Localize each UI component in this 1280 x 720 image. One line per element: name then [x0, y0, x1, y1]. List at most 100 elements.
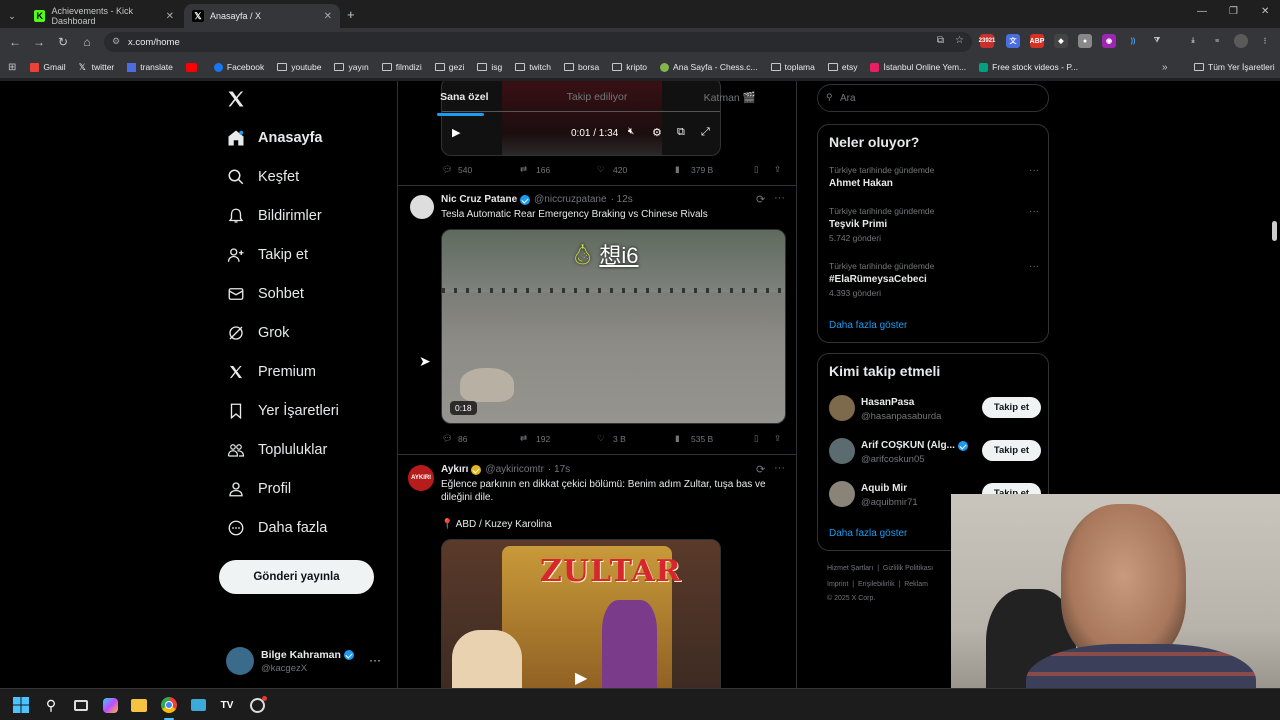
menu-icon[interactable]: ⋮ [1258, 34, 1272, 48]
tab-x[interactable]: 𝕏 Anasayfa / X ✕ [184, 4, 340, 28]
footer-link[interactable]: Reklam [904, 581, 928, 588]
extension-icon[interactable]: ● [1078, 34, 1092, 48]
sidebar-item-communities[interactable]: Topluluklar [226, 440, 327, 460]
bookmark-folder-filmdizi[interactable]: filmdizi [381, 62, 422, 72]
close-window-button[interactable]: ✕ [1261, 6, 1269, 17]
footer-link[interactable]: Hizmet Şartları [827, 565, 873, 572]
repost-button[interactable]: ⇄ 192 [520, 433, 550, 444]
video-player[interactable]: 🍐︎ 想i6 0:18 [441, 229, 786, 424]
play-icon[interactable]: ▶ [452, 126, 460, 139]
tab-search-button[interactable]: ⌄ [4, 4, 20, 28]
follow-suggestion[interactable]: HasanPasa @hasanpasaburda Takip et [829, 395, 1041, 425]
reply-button[interactable]: 💬︎ 540 [442, 164, 472, 175]
bookmark-yemeksepeti[interactable]: İstanbul Online Yem... [870, 62, 966, 72]
bookmark-folder-youtube[interactable]: youtube [277, 62, 321, 72]
trend-item[interactable]: Türkiye tarihinde gündemde Teşvik Primi … [829, 206, 1039, 243]
extension-badge[interactable]: 23921 [979, 34, 995, 48]
repost-button[interactable]: ⇄ 166 [520, 164, 550, 175]
search-input[interactable]: ⚲ Ara [817, 84, 1049, 112]
search-icon[interactable]: ⚲ [42, 696, 60, 714]
profile-avatar-icon[interactable] [1234, 34, 1248, 48]
x-logo-icon[interactable] [226, 89, 246, 109]
extension-icon[interactable]: ◆ [1054, 34, 1068, 48]
more-icon[interactable]: ··· [774, 462, 785, 474]
follow-button[interactable]: Takip et [982, 397, 1041, 418]
tab-for-you[interactable]: Sana özel [398, 81, 531, 117]
chrome-icon[interactable] [160, 696, 178, 714]
back-icon[interactable]: ← [8, 35, 22, 49]
account-switcher[interactable]: Bilge Kahraman @kacgezX ··· [226, 643, 386, 679]
tweet[interactable]: AYKIRI Aykırı @aykiricomtr · 17s ⟳ ··· E… [398, 455, 796, 688]
media-icon[interactable]: ≡ [1210, 34, 1224, 48]
fullscreen-icon[interactable]: ⤢ [701, 126, 710, 139]
task-view-icon[interactable] [72, 696, 90, 714]
footer-link[interactable]: Imprint [827, 581, 848, 588]
follow-suggestion[interactable]: Arif COŞKUN (Alg... @arifcoskun05 Takip … [829, 438, 1041, 468]
bookmark-button[interactable]: ▯ [754, 164, 770, 175]
star-icon[interactable]: ☆ [955, 35, 964, 46]
extension-icon[interactable]: ◉ [1102, 34, 1116, 48]
bookmark-folder-isg[interactable]: isg [477, 62, 502, 72]
reload-icon[interactable]: ↻ [56, 35, 70, 49]
bookmark-folder-toplama[interactable]: toplama [770, 62, 815, 72]
forward-icon[interactable]: → [32, 35, 46, 49]
more-icon[interactable]: ··· [774, 192, 785, 204]
footer-link[interactable]: Erişilebilirlik [858, 581, 895, 588]
post-button[interactable]: Gönderi yayınla [219, 560, 374, 594]
share-button[interactable]: ⇪ [774, 433, 790, 444]
bookmark-button[interactable]: ▯ [754, 433, 770, 444]
trend-item[interactable]: Türkiye tarihinde gündemde #ElaRümeysaCe… [829, 261, 1039, 298]
tweet-time[interactable]: · 12s [611, 194, 633, 205]
new-tab-button[interactable]: + [347, 7, 355, 22]
apps-icon[interactable]: ⊞ [8, 62, 16, 73]
restore-button[interactable]: ❐ [1229, 6, 1238, 17]
sidebar-item-premium[interactable]: Premium [226, 362, 316, 382]
author-name[interactable]: Aykırı [441, 464, 468, 475]
tab-kick[interactable]: K Achievements - Kick Dashboard ✕ [26, 4, 182, 28]
avatar[interactable] [410, 195, 434, 219]
reply-button[interactable]: 💬︎ 86 [442, 433, 467, 444]
play-icon[interactable]: ▶ [575, 668, 587, 688]
bookmark-youtube-video[interactable] [185, 62, 201, 72]
sidebar-item-profile[interactable]: Profil [226, 479, 291, 499]
pip-icon[interactable]: ⧉ [677, 126, 685, 139]
tab-following[interactable]: Takip ediliyor [531, 81, 664, 117]
sidebar-item-grok[interactable]: Grok [226, 323, 289, 343]
views-button[interactable]: ▮ 535 B [675, 433, 713, 444]
avatar[interactable]: AYKIRI [408, 465, 434, 491]
more-icon[interactable]: ··· [369, 653, 381, 667]
bookmark-chess[interactable]: Ana Sayfa - Chess.c... [660, 62, 758, 72]
share-button[interactable]: ⇪ [774, 164, 790, 175]
home-browser-icon[interactable]: ⌂ [80, 35, 94, 49]
more-icon[interactable]: ··· [1029, 206, 1039, 217]
mute-icon[interactable]: 🔇︎ [628, 126, 634, 137]
sidebar-item-bookmarks[interactable]: Yer İşaretleri [226, 401, 339, 421]
translate-extension-icon[interactable]: 文 [1006, 34, 1020, 48]
address-bar[interactable]: ⚙ x.com/home ⧉ ☆ [104, 32, 972, 52]
bookmark-gmail[interactable]: Gmail [30, 62, 66, 72]
author-name[interactable]: Nic Cruz Patane [441, 194, 517, 205]
tradingview-icon[interactable]: TV [218, 696, 236, 714]
video-player[interactable]: ZULTAR ▶ [441, 539, 721, 688]
windows-start-icon[interactable] [12, 696, 30, 714]
extension-icon[interactable]: )) [1126, 34, 1140, 48]
sidebar-item-home[interactable]: Anasayfa [226, 128, 322, 148]
adblock-icon[interactable]: ABP [1030, 34, 1044, 48]
bookmark-folder-twitch[interactable]: twitch [515, 62, 551, 72]
sidebar-item-follow[interactable]: Takip et [226, 245, 308, 265]
bookmark-folder-yayin[interactable]: yayın [334, 62, 369, 72]
sidebar-item-more[interactable]: Daha fazla [226, 518, 327, 538]
bookmark-pexels[interactable]: Free stock videos - P... [979, 62, 1078, 72]
bookmark-twitter[interactable]: 𝕏twitter [79, 62, 115, 72]
bookmarks-overflow-icon[interactable]: » [1162, 62, 1168, 73]
scrollbar-thumb[interactable] [1272, 221, 1277, 241]
site-info-icon[interactable]: ⚙ [112, 36, 120, 47]
install-icon[interactable]: ⧉ [937, 35, 944, 46]
copilot-icon[interactable] [101, 696, 119, 714]
views-button[interactable]: ▮ 379 B [675, 164, 713, 175]
file-explorer-icon[interactable] [130, 696, 148, 714]
footer-link[interactable]: Gizlilik Politikası [883, 565, 933, 572]
desktop-app-icon[interactable] [189, 696, 207, 714]
author-handle[interactable]: @niccruzpatane [534, 194, 606, 205]
bookmark-folder-kripto[interactable]: kripto [612, 62, 647, 72]
